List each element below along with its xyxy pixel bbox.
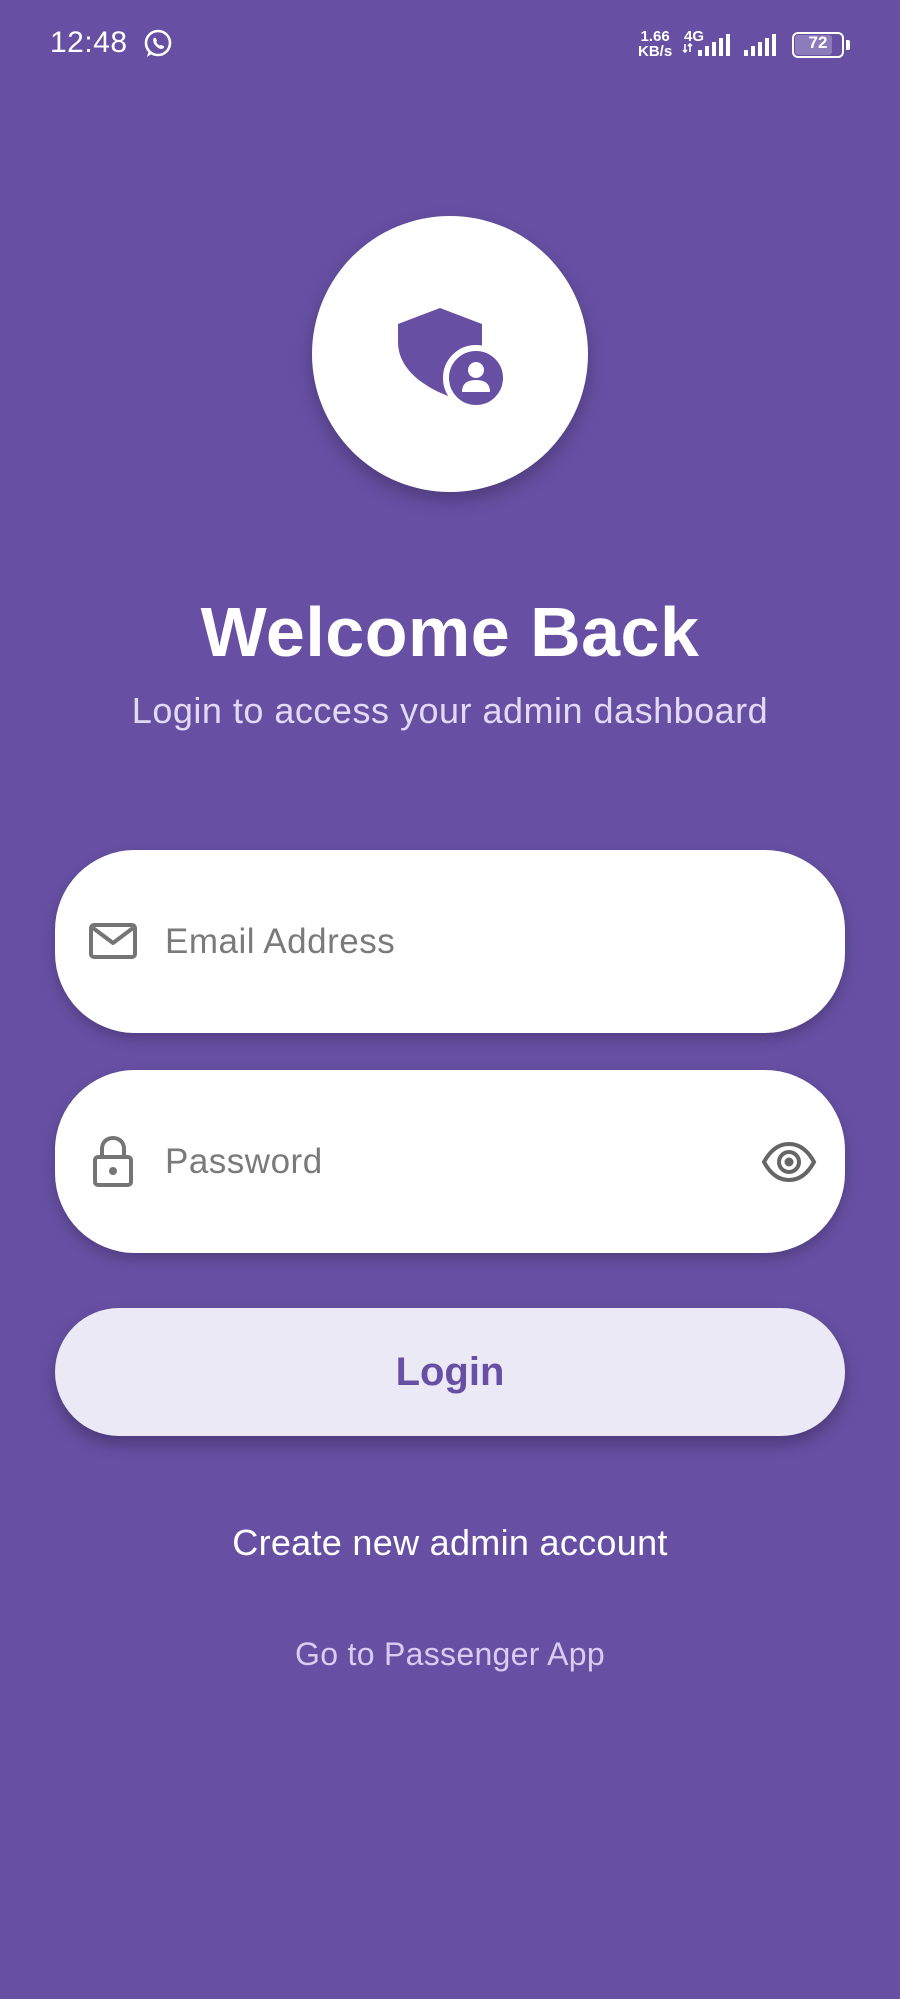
whatsapp-icon [144, 29, 172, 57]
network-speed: 1.66 KB/s [638, 29, 672, 59]
status-bar: 12:48 1.66 KB/s 4G 72 [0, 0, 900, 92]
passenger-app-link[interactable]: Go to Passenger App [0, 1636, 900, 1673]
login-screen: 12:48 1.66 KB/s 4G 72 Welcome Back Login… [0, 0, 900, 1999]
network-speed-unit: KB/s [638, 43, 673, 60]
admin-shield-icon [398, 308, 506, 410]
battery-tip [846, 40, 850, 50]
email-field[interactable] [55, 850, 845, 1033]
logo-badge [312, 216, 588, 492]
battery-icon: 72 [792, 32, 850, 58]
email-input[interactable] [165, 890, 725, 994]
page-title: Welcome Back [200, 593, 700, 671]
network-speed-value: 1.66 [640, 28, 670, 45]
login-button[interactable]: Login [55, 1308, 845, 1436]
password-input[interactable] [165, 1110, 725, 1214]
signal-strength-2-icon [744, 34, 776, 56]
lock-icon [93, 1135, 133, 1187]
signal-strength-icon [682, 34, 730, 56]
password-field[interactable] [55, 1070, 845, 1253]
mail-icon [89, 923, 137, 959]
battery-level: 72 [808, 33, 828, 52]
create-account-link[interactable]: Create new admin account [0, 1522, 900, 1564]
status-time: 12:48 [50, 26, 128, 59]
eye-icon[interactable] [761, 1134, 817, 1190]
page-subtitle: Login to access your admin dashboard [131, 690, 769, 731]
